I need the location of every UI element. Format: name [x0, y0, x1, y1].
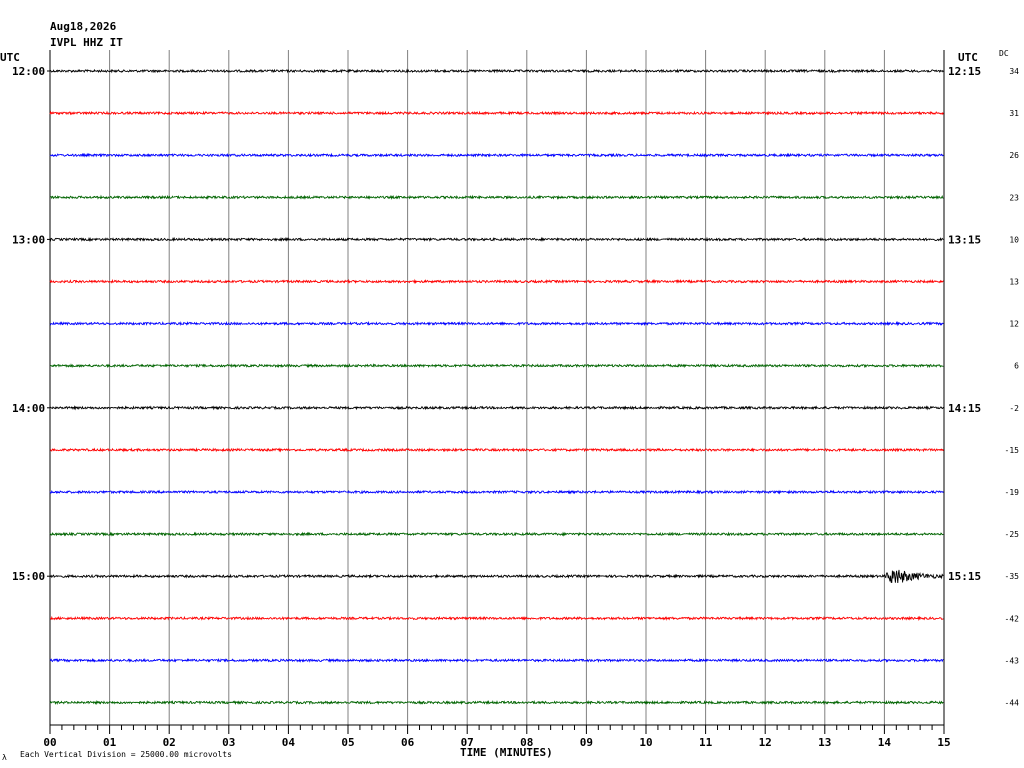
trace-row — [49, 152, 944, 158]
left-hour-label: 15:00 — [12, 570, 45, 583]
left-axis-title: UTC — [0, 51, 20, 64]
dc-offset-label: 6 — [1014, 362, 1019, 371]
right-axis-title: UTC — [958, 51, 978, 64]
left-hour-label: 12:00 — [12, 65, 45, 78]
right-hour-label: 14:15 — [948, 402, 981, 415]
x-tick-label: 05 — [341, 736, 354, 749]
dc-offset-label: 23 — [1009, 193, 1019, 202]
date-label: Aug18,2026 — [50, 20, 117, 33]
seismic-traces — [49, 68, 944, 706]
dc-offset-label: -25 — [1005, 530, 1020, 539]
x-tick-label: 13 — [818, 736, 831, 749]
trace-row — [49, 531, 944, 537]
corner-mark: λ — [2, 753, 7, 762]
left-hour-label: 14:00 — [12, 402, 45, 415]
trace-row — [49, 68, 944, 74]
trace-row — [49, 110, 944, 116]
trace-row — [49, 699, 944, 706]
grid — [49, 50, 945, 726]
trace-row — [49, 447, 944, 453]
x-tick-label: 09 — [580, 736, 593, 749]
x-tick-label: 02 — [163, 736, 176, 749]
station-label: IVPL HHZ IT — [50, 36, 123, 49]
right-hour-labels: 12:15 13:15 14:15 15:15 — [948, 65, 981, 583]
trace-row — [49, 615, 944, 622]
right-hour-label: 13:15 — [948, 233, 981, 246]
x-tick-label: 00 — [43, 736, 56, 749]
trace-row — [49, 657, 944, 663]
x-axis-label: TIME (MINUTES) — [460, 746, 553, 759]
trace-row — [49, 489, 944, 495]
x-tick-label: 03 — [222, 736, 235, 749]
trace-row — [50, 363, 944, 369]
trace-row — [49, 320, 944, 327]
dc-offset-labels: 34 31 26 23 10 13 12 6 -2 -15 -19 -25 -35 -42 -43 -44 — [1005, 67, 1020, 708]
trace-row — [49, 236, 944, 242]
x-tick-label: 06 — [401, 736, 415, 749]
dc-offset-label: 10 — [1009, 235, 1019, 244]
x-tick-label: 04 — [282, 736, 296, 749]
dc-offset-label: 31 — [1009, 109, 1019, 118]
trace-row — [49, 194, 944, 200]
scale-note: Each Vertical Division = 25000.00 microv… — [20, 750, 232, 759]
x-tick-label: 11 — [699, 736, 713, 749]
x-tick-label: 14 — [878, 736, 892, 749]
dc-offset-label: -42 — [1005, 614, 1020, 623]
dc-offset-label: 34 — [1009, 67, 1019, 76]
x-tick-label: 12 — [759, 736, 772, 749]
right-hour-label: 12:15 — [948, 65, 981, 78]
helicorder-chart: Aug18,2026 IVPL HHZ IT UTC UTC DC 12:001… — [0, 20, 1020, 762]
dc-offset-label: -19 — [1005, 488, 1020, 497]
left-hour-labels: 12:00 13:00 14:00 15:00 — [12, 65, 50, 583]
dc-offset-label: -15 — [1005, 446, 1020, 455]
dc-offset-label: 26 — [1009, 151, 1019, 160]
dc-offset-label: -43 — [1005, 656, 1020, 665]
trace-row — [49, 278, 944, 285]
right-hour-label: 15:15 — [948, 570, 981, 583]
dc-offset-label: -44 — [1005, 699, 1020, 708]
trace-row — [49, 405, 944, 411]
trace-row — [49, 569, 944, 583]
dc-offset-label: 13 — [1009, 278, 1019, 287]
dc-offset-label: -2 — [1009, 404, 1019, 413]
x-tick-label: 01 — [103, 736, 117, 749]
dc-title: DC — [999, 49, 1009, 58]
left-hour-label: 13:00 — [12, 233, 45, 246]
x-tick-label: 10 — [639, 736, 652, 749]
x-tick-label: 15 — [937, 736, 950, 749]
dc-offset-label: -35 — [1005, 572, 1020, 581]
dc-offset-label: 12 — [1009, 320, 1019, 329]
